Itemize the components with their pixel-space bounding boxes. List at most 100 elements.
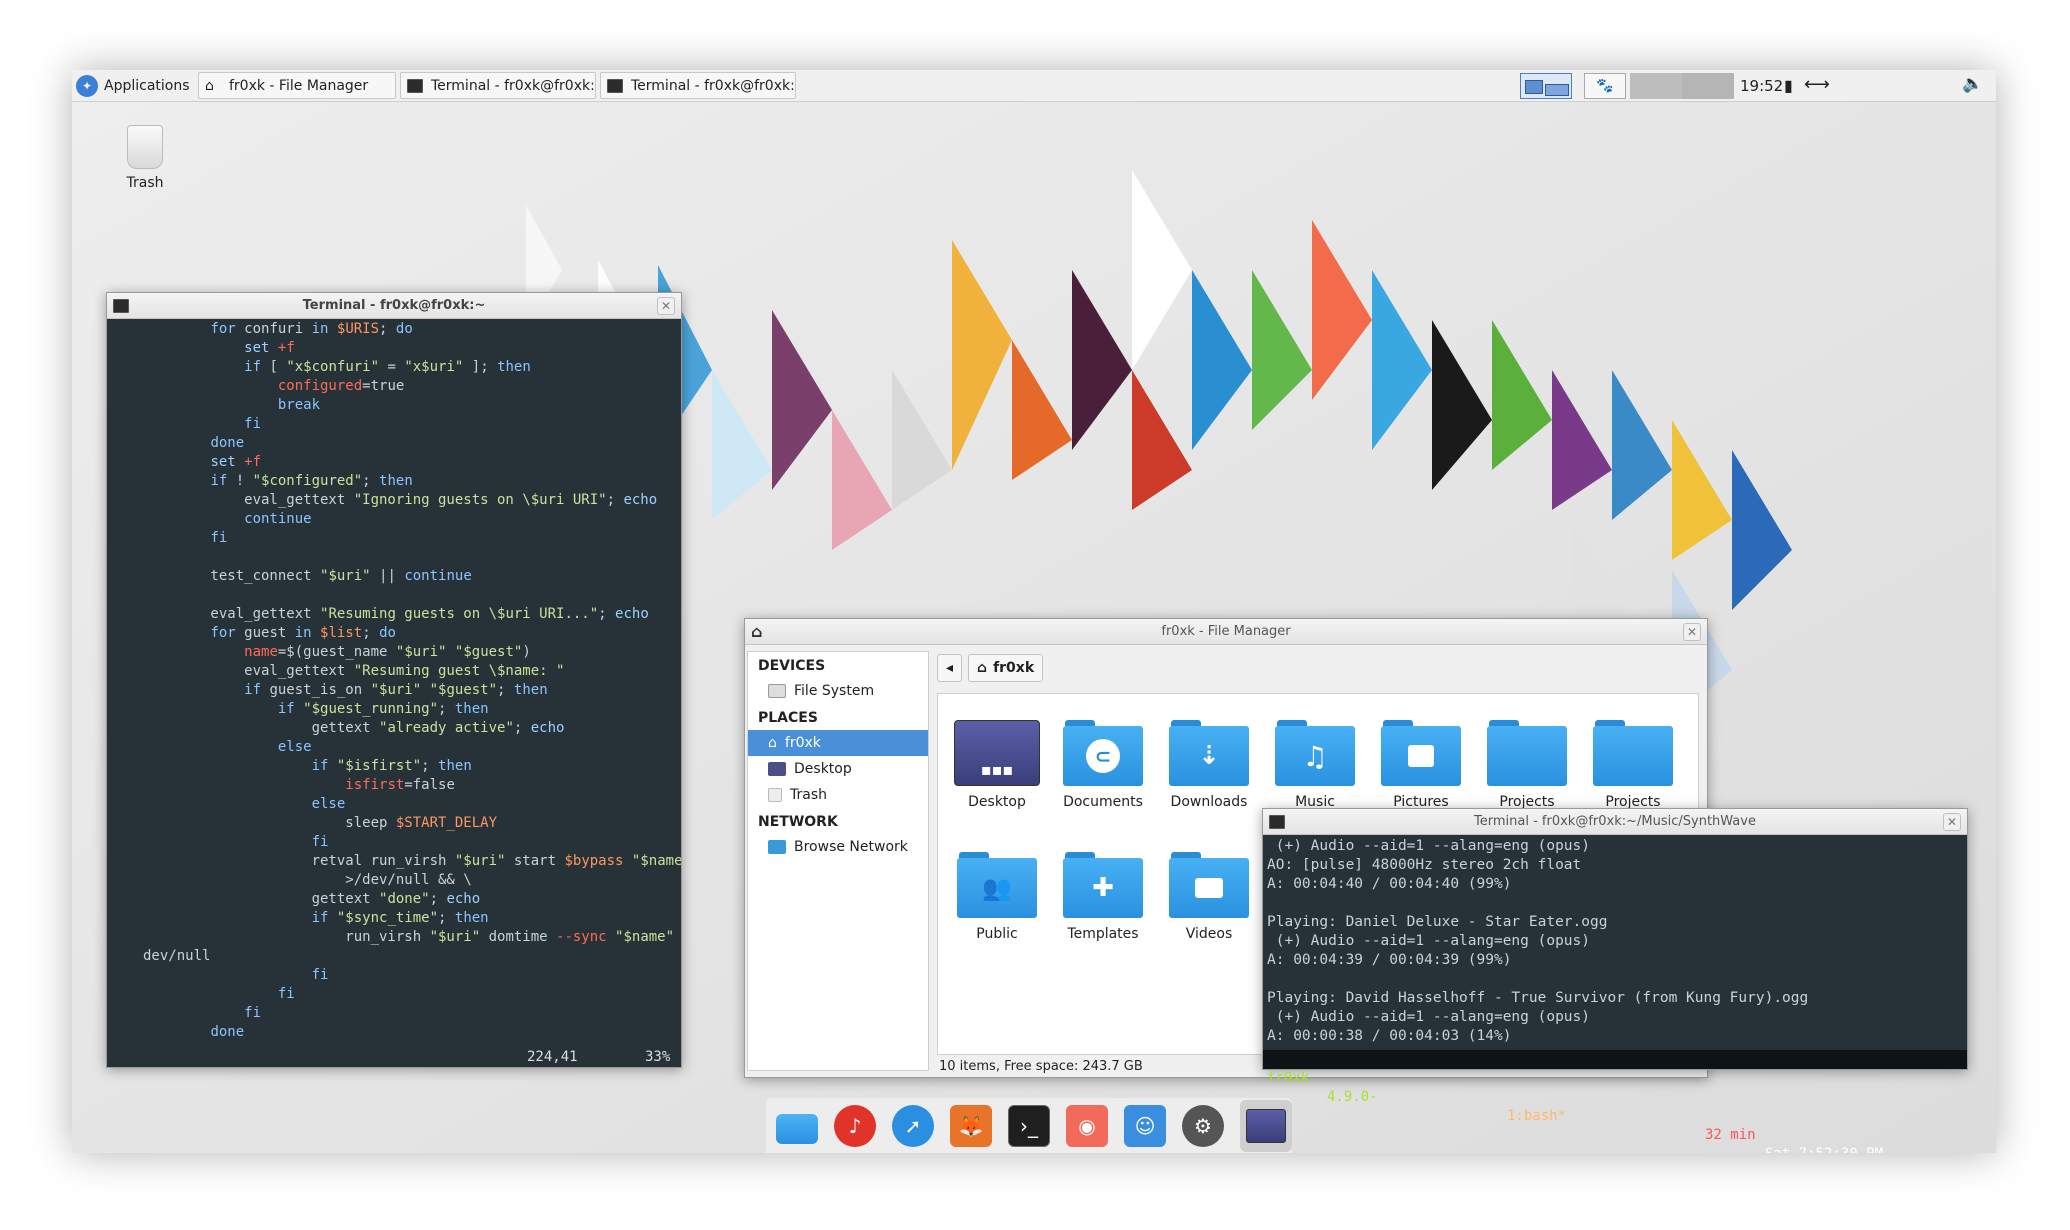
applications-menu-button[interactable]: ✦ Applications	[76, 73, 190, 99]
task-label: Terminal - fr0xk@fr0xk:~...	[431, 77, 595, 94]
sidebar-item-file-system[interactable]: File System	[748, 678, 928, 704]
terminal-window-vim[interactable]: Terminal - fr0xk@fr0xk:~ ✕ for confuri i…	[106, 292, 682, 1068]
task-file-manager[interactable]: ⌂ fr0xk - File Manager	[198, 72, 396, 99]
file-item-desktop[interactable]: ▪▪▪ Desktop	[944, 720, 1050, 810]
network-icon	[768, 840, 786, 854]
folder-pictures-icon	[1381, 720, 1461, 786]
close-icon[interactable]: ✕	[657, 297, 675, 315]
task-terminal-2[interactable]: Terminal - fr0xk@fr0xk:~	[600, 72, 796, 99]
home-icon: ⌂	[977, 660, 988, 676]
terminal-output[interactable]: (+) Audio --aid=1 --alang=eng (opus) AO:…	[1263, 835, 1967, 1153]
file-item-templates[interactable]: ✚ Templates	[1050, 852, 1156, 942]
terminal-line: (+) Audio --aid=1 --alang=eng (opus)	[1267, 1009, 1591, 1025]
terminal-line: Playing: David Hasselhoff - True Survivo…	[1267, 990, 1809, 1006]
file-item-projects[interactable]: Projects	[1474, 720, 1580, 810]
titlebar[interactable]: Terminal - fr0xk@fr0xk:~/Music/SynthWave…	[1263, 809, 1967, 835]
titlebar[interactable]: Terminal - fr0xk@fr0xk:~ ✕	[107, 293, 681, 319]
clock[interactable]: 19:52	[1740, 70, 1783, 102]
network-icon[interactable]: ⟷	[1804, 74, 1830, 95]
folder-documents-icon: ⊂	[1063, 720, 1143, 786]
terminal-line: AO: [pulse] 48000Hz stereo 2ch float	[1267, 857, 1582, 873]
path-bar: ◂ ⌂ fr0xk	[937, 651, 1699, 685]
file-item-documents[interactable]: ⊂ Documents	[1050, 720, 1156, 810]
close-icon[interactable]: ✕	[1683, 623, 1701, 641]
battery-icon[interactable]: ▮	[1784, 76, 1793, 95]
sidebar-item-browse-network[interactable]: Browse Network	[748, 834, 928, 860]
file-item-videos[interactable]: Videos	[1156, 852, 1262, 942]
desktop: ✦ Applications ⌂ fr0xk - File Manager Te…	[72, 70, 1996, 1153]
sidebar-header-devices: DEVICES	[758, 658, 826, 674]
file-item-projects-2[interactable]: Projects	[1580, 720, 1686, 810]
workspace-4[interactable]	[1682, 73, 1734, 99]
top-panel: ✦ Applications ⌂ fr0xk - File Manager Te…	[72, 70, 1996, 102]
folder-icon	[1487, 720, 1567, 786]
file-item-label: Desktop	[968, 794, 1026, 810]
music-icon[interactable]: ♪	[834, 1104, 876, 1147]
task-terminal-1[interactable]: Terminal - fr0xk@fr0xk:~...	[400, 72, 596, 99]
applications-label: Applications	[104, 78, 190, 94]
tmux-host: fr0xk	[1267, 1070, 1310, 1086]
desktop-icon	[768, 762, 786, 776]
file-item-downloads[interactable]: ⇣ Downloads	[1156, 720, 1262, 810]
terminal-line: A: 00:00:38 / 00:04:03 (14%)	[1267, 1028, 1512, 1044]
safari-icon[interactable]: ➚	[892, 1104, 934, 1147]
terminal-icon	[113, 299, 129, 313]
desktop-trash[interactable]: Trash	[110, 125, 180, 191]
tmux-minutes: 32 min	[1705, 1127, 1756, 1143]
desktop-icon[interactable]	[1240, 1099, 1292, 1152]
file-item-label: Templates	[1067, 926, 1139, 942]
file-item-music[interactable]: ♫ Music	[1262, 720, 1368, 810]
terminal-icon[interactable]: ›_	[1008, 1104, 1050, 1147]
folder-icon[interactable]	[776, 1113, 818, 1144]
file-item-public[interactable]: 👥 Public	[944, 852, 1050, 942]
terminal-line: A: 00:04:39 / 00:04:39 (99%)	[1267, 952, 1512, 968]
gimp-icon[interactable]: 🦊	[950, 1104, 992, 1147]
folder-videos-icon	[1169, 852, 1249, 918]
close-icon[interactable]: ✕	[1943, 813, 1961, 831]
task-label: Terminal - fr0xk@fr0xk:~	[631, 77, 796, 94]
file-item-pictures[interactable]: Pictures	[1368, 720, 1474, 810]
gimp-icon[interactable]: 🐾	[1584, 73, 1626, 99]
window-title: fr0xk - File Manager	[1161, 624, 1291, 639]
terminal-line: Playing: Daniel Deluxe - Star Eater.ogg	[1267, 914, 1608, 930]
settings-icon[interactable]: ⚙	[1182, 1104, 1224, 1147]
path-button-home[interactable]: ⌂ fr0xk	[968, 654, 1044, 682]
tmux-time: Sat 7:52:30 PM	[1765, 1145, 1883, 1153]
trash-label: Trash	[126, 175, 164, 191]
folder-icon	[1593, 720, 1673, 786]
terminal-window-music[interactable]: Terminal - fr0xk@fr0xk:~/Music/SynthWave…	[1262, 808, 1968, 1153]
dock: ♪ ➚ 🦊 ›_ ◉ ☺ ⚙	[766, 1098, 1292, 1153]
folder-public-icon: 👥	[957, 852, 1037, 918]
home-icon: ⌂	[751, 622, 763, 641]
tmux-window: 1:bash*	[1507, 1108, 1567, 1124]
finder-icon[interactable]: ☺	[1124, 1104, 1166, 1147]
folder-music-icon: ♫	[1275, 720, 1355, 786]
sidebar-item-label: fr0xk	[784, 735, 821, 751]
xfce-logo-icon: ✦	[76, 75, 98, 97]
home-icon: ⌂	[205, 77, 214, 94]
sidebar-item-home[interactable]: ⌂ fr0xk	[748, 730, 928, 756]
desktop-icon: ▪▪▪	[954, 720, 1040, 786]
camera-icon[interactable]: ◉	[1066, 1104, 1108, 1147]
file-item-label: Public	[976, 926, 1018, 942]
back-button[interactable]: ◂	[937, 654, 963, 682]
folder-downloads-icon: ⇣	[1169, 720, 1249, 786]
sidebar-item-desktop[interactable]: Desktop	[748, 756, 928, 782]
volume-icon[interactable]: 🔈	[1962, 74, 1983, 94]
file-item-label: Videos	[1185, 926, 1233, 942]
sidebar-item-label: Browse Network	[794, 839, 908, 855]
titlebar[interactable]: ⌂ fr0xk - File Manager ✕	[745, 619, 1707, 645]
sidebar-item-trash[interactable]: Trash	[748, 782, 928, 808]
terminal-icon	[607, 78, 623, 93]
vim-buffer[interactable]: for confuri in $URIS; do set +f if [ "x$…	[107, 319, 681, 1067]
sidebar-item-label: Desktop	[794, 761, 852, 777]
sidebar-item-label: File System	[794, 683, 875, 699]
file-item-label: Downloads	[1170, 794, 1248, 810]
workspace-3[interactable]	[1630, 73, 1682, 99]
terminal-icon	[1269, 815, 1285, 829]
terminal-line: A: 00:04:40 / 00:04:40 (99%)	[1267, 876, 1512, 892]
workspace-pager-icon[interactable]	[1520, 73, 1572, 99]
path-label: fr0xk	[993, 660, 1035, 676]
